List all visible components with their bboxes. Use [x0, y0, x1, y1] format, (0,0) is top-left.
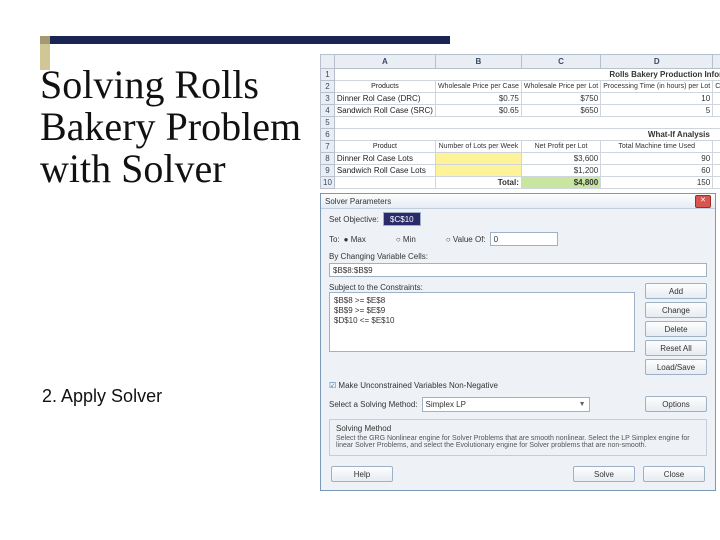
row-7: 7 [321, 141, 335, 153]
r10e: 150 [713, 177, 720, 189]
r3b: $0.75 [435, 93, 521, 105]
method-select[interactable]: Simplex LP ▼ [422, 397, 590, 412]
sheet-title: Rolls Bakery Production Information [334, 69, 720, 81]
objective-input[interactable]: $C$10 [383, 212, 421, 226]
row-10: 10 [321, 177, 335, 189]
add-button[interactable]: Add [645, 283, 707, 299]
options-button[interactable]: Options [645, 396, 707, 412]
solve-button[interactable]: Solve [573, 466, 635, 482]
col-A: A [334, 55, 435, 69]
whatif: What-If Analysis [334, 129, 720, 141]
r4d: 5 [601, 105, 713, 117]
constraint-3: $D$10 <= $E$10 [334, 316, 630, 326]
row-4: 4 [321, 105, 335, 117]
r4a: Sandwich Roll Case (SRC) [334, 105, 435, 117]
row-6: 6 [321, 129, 335, 141]
r9c: $1,200 [521, 165, 600, 177]
solving-method-group: Solving Method Select the GRG Nonlinear … [329, 419, 707, 456]
row-9: 9 [321, 165, 335, 177]
r8b [435, 153, 521, 165]
r8c: $3,600 [521, 153, 600, 165]
constraint-2: $B$9 >= $E$9 [334, 306, 630, 316]
constraints-list[interactable]: $B$8 >= $E$8 $B$9 >= $E$9 $D$10 <= $E$10 [329, 292, 635, 352]
radio-max[interactable]: Max [344, 235, 366, 244]
accent-bar [40, 36, 450, 44]
r8d: 90 [601, 153, 713, 165]
load-save-button[interactable]: Load/Save [645, 359, 707, 375]
to-label: To: [329, 235, 340, 244]
col-C: C [521, 55, 600, 69]
row-3: 3 [321, 93, 335, 105]
r3d: 10 [601, 93, 713, 105]
close-button[interactable]: Close [643, 466, 705, 482]
row-8: 8 [321, 153, 335, 165]
subject-label: Subject to the Constraints: [329, 283, 635, 292]
r8a: Dinner Rol Case Lots [334, 153, 435, 165]
row-5: 5 [321, 117, 335, 129]
hd-products: Products [334, 81, 435, 93]
delete-button[interactable]: Delete [645, 321, 707, 337]
r4b: $0.65 [435, 105, 521, 117]
change-button[interactable]: Change [645, 302, 707, 318]
chevron-down-icon: ▼ [579, 401, 586, 408]
r4e: $250 [713, 105, 720, 117]
hd-b: Wholesale Price per Case [435, 81, 521, 93]
r3e: $250 [713, 93, 720, 105]
slide-title: Solving Rolls Bakery Problem with Solver [40, 64, 330, 190]
r4c: $650 [521, 105, 600, 117]
radio-min[interactable]: Min [396, 235, 416, 244]
set-objective-label: Set Objective: [329, 215, 379, 224]
hd-d: Processing Time (in hours) per Lot [601, 81, 713, 93]
r9e: 4 [713, 165, 720, 177]
bullet-2: 2. Apply Solver [42, 386, 162, 407]
h2e: Right hand side values [713, 141, 720, 153]
dialog-titlebar: Solver Parameters ✕ [321, 194, 715, 209]
nonneg-checkbox[interactable]: Make Unconstrained Variables Non-Negativ… [329, 381, 498, 390]
h2d: Total Machine time Used [601, 141, 713, 153]
h2b: Number of Lots per Week [435, 141, 521, 153]
group-body: Select the GRG Nonlinear engine for Solv… [336, 435, 700, 449]
row-2: 2 [321, 81, 335, 93]
r10d: 150 [601, 177, 713, 189]
r9d: 60 [601, 165, 713, 177]
r9b [435, 165, 521, 177]
method-value: Simplex LP [426, 400, 466, 409]
by-changing-label: By Changing Variable Cells: [329, 252, 707, 261]
col-D: D [601, 55, 713, 69]
constraint-1: $B$8 >= $E$8 [334, 296, 630, 306]
corner [321, 55, 335, 69]
col-B: B [435, 55, 521, 69]
r3a: Dinner Rol Case (DRC) [334, 93, 435, 105]
r3c: $750 [521, 93, 600, 105]
method-label: Select a Solving Method: [329, 400, 418, 409]
r9a: Sandwich Roll Case Lots [334, 165, 435, 177]
help-button[interactable]: Help [331, 466, 393, 482]
close-icon[interactable]: ✕ [695, 195, 711, 208]
dialog-title: Solver Parameters [325, 197, 391, 206]
changing-cells-input[interactable]: $B$8:$B$9 [329, 263, 707, 277]
hd-c: Wholesale Price per Lot [521, 81, 600, 93]
hd-e: Cost of Raw Materials per Lot [713, 81, 720, 93]
r10c: $4,800 [521, 177, 600, 189]
radio-valueof[interactable]: Value Of: [446, 235, 486, 244]
r8e: 3 [713, 153, 720, 165]
col-E: E [713, 55, 720, 69]
h2c: Net Profit per Lot [521, 141, 600, 153]
h2a: Product [334, 141, 435, 153]
reset-button[interactable]: Reset All [645, 340, 707, 356]
screenshot: A B C D E F G H 1 Rolls Bakery Productio… [320, 54, 716, 524]
valueof-input[interactable]: 0 [490, 232, 558, 246]
spreadsheet: A B C D E F G H 1 Rolls Bakery Productio… [320, 54, 720, 189]
r10b: Total: [435, 177, 521, 189]
group-title: Solving Method [336, 424, 700, 433]
solver-dialog: Solver Parameters ✕ Set Objective: $C$10… [320, 193, 716, 491]
row-1: 1 [321, 69, 335, 81]
